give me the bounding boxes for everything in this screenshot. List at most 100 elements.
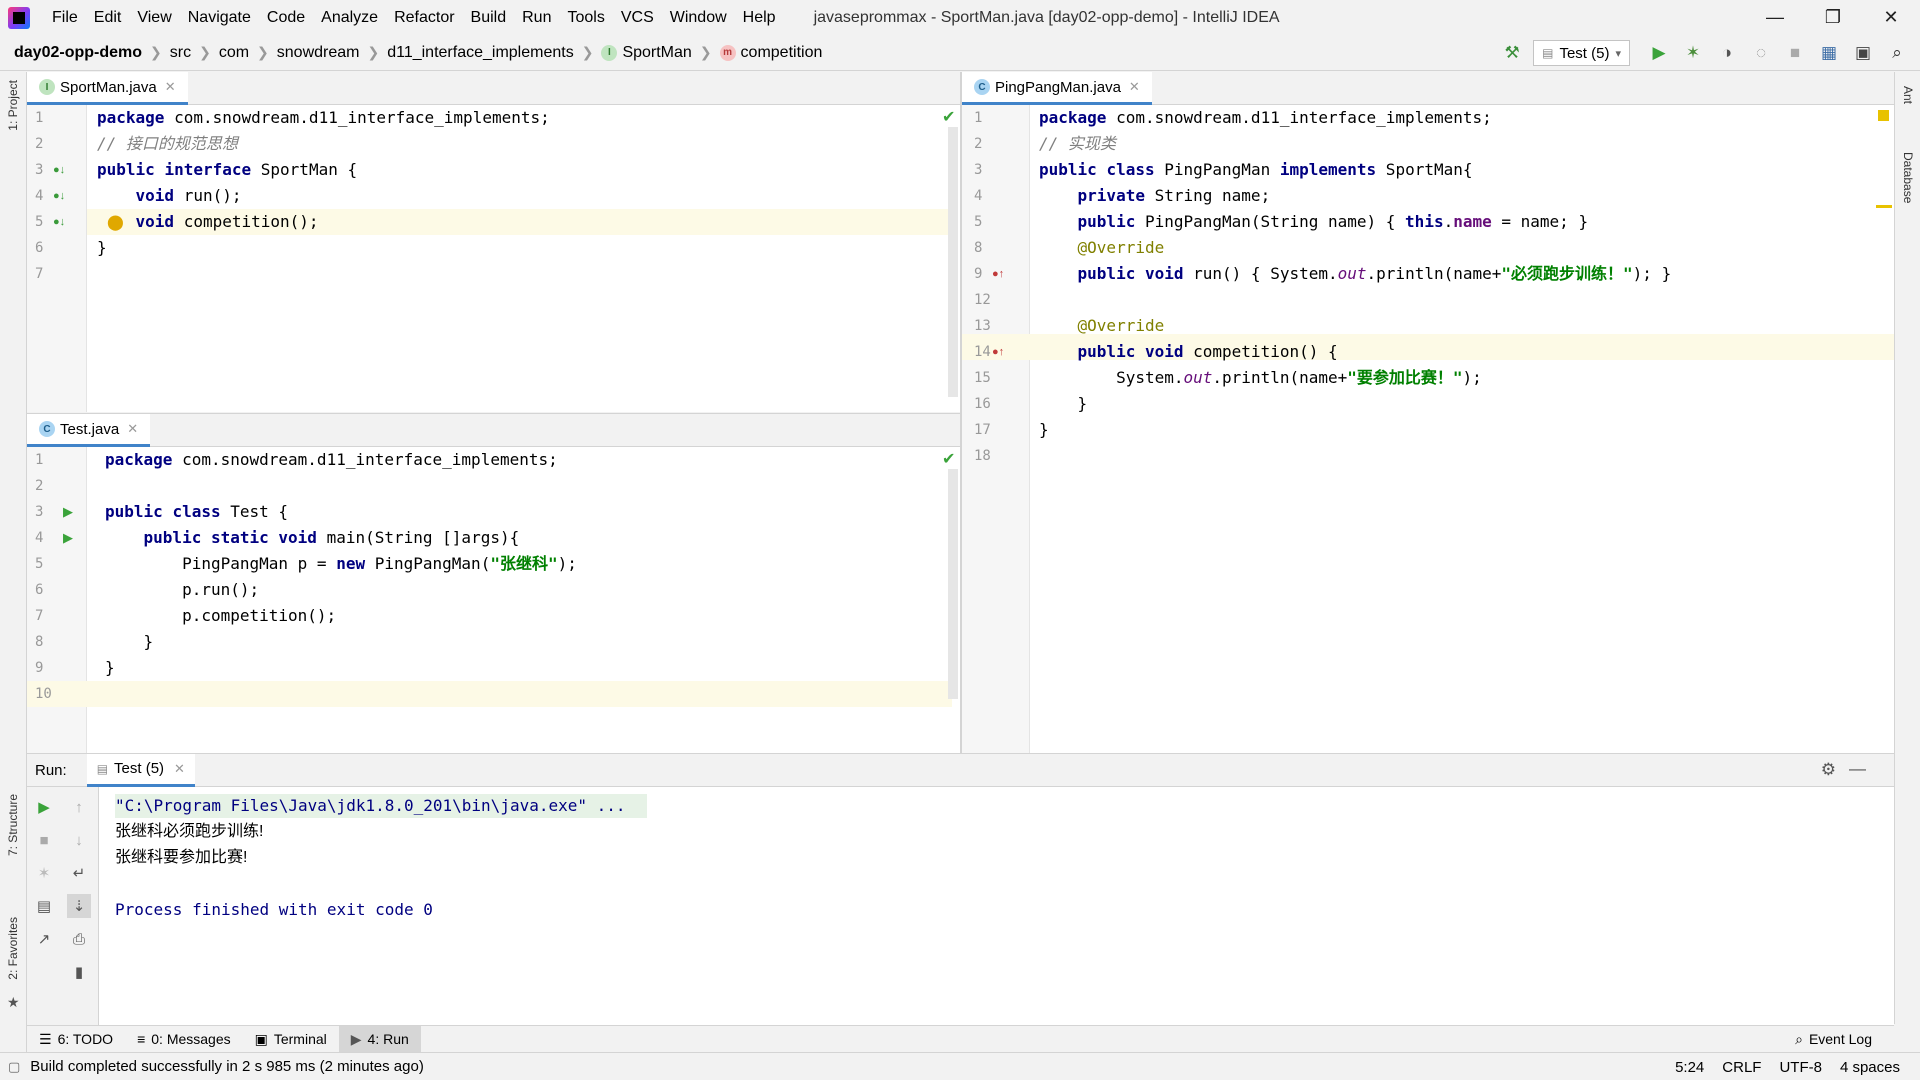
search-icon[interactable]: ⌕ xyxy=(1884,40,1910,66)
menu-edit[interactable]: Edit xyxy=(86,9,130,27)
debug-icon[interactable]: ✶ xyxy=(32,861,56,885)
breadcrumb-project[interactable]: day02-opp-demo xyxy=(14,44,142,62)
editor-pingpangman[interactable]: C PingPangMan.java ✕ 1 2 3 4 5 8 9 12 13… xyxy=(962,72,1894,753)
code-line: @Override xyxy=(1039,238,1165,257)
close-icon[interactable]: ✕ xyxy=(1862,0,1920,35)
line-separator[interactable]: CRLF xyxy=(1722,1059,1761,1076)
code-line: public class Test { xyxy=(105,502,289,521)
breadcrumb-snowdream[interactable]: snowdream xyxy=(277,44,360,62)
stop-icon[interactable]: ■ xyxy=(32,828,56,852)
warning-marker-icon[interactable] xyxy=(1878,110,1889,121)
rerun-icon[interactable]: ▶ xyxy=(32,795,56,819)
vertical-scrollbar[interactable] xyxy=(948,127,958,397)
messages-tool-tab[interactable]: ≡ 0: Messages xyxy=(125,1026,243,1053)
file-encoding[interactable]: UTF-8 xyxy=(1779,1059,1822,1076)
tab-sportman-java[interactable]: I SportMan.java ✕ xyxy=(27,72,188,105)
debug-icon[interactable]: ✶ xyxy=(1680,40,1706,66)
close-tab-icon[interactable]: ✕ xyxy=(127,421,138,437)
menu-code[interactable]: Code xyxy=(259,9,313,27)
menu-tools[interactable]: Tools xyxy=(559,9,612,27)
error-stripe-mark[interactable] xyxy=(1876,205,1892,208)
menu-navigate[interactable]: Navigate xyxy=(180,9,259,27)
tab-test-java[interactable]: C Test.java ✕ xyxy=(27,414,151,447)
close-tab-icon[interactable]: ✕ xyxy=(165,79,176,95)
close-tab-icon[interactable]: ✕ xyxy=(174,761,185,777)
menu-build[interactable]: Build xyxy=(463,9,515,27)
status-message[interactable]: Build completed successfully in 2 s 985 … xyxy=(30,1058,424,1075)
window-icon[interactable]: ▢ xyxy=(8,1059,20,1075)
database-tool-tab[interactable]: Database xyxy=(1901,152,1915,203)
run-config-select[interactable]: ▤ Test (5) ▾ xyxy=(1533,40,1630,66)
menu-file[interactable]: File xyxy=(44,9,86,27)
minimize-icon[interactable]: — xyxy=(1746,0,1804,35)
menu-help[interactable]: Help xyxy=(735,9,784,27)
current-line-highlight xyxy=(27,681,952,707)
profile-icon[interactable]: ◌ xyxy=(1748,40,1774,66)
window-controls: — ❐ ✕ xyxy=(1746,0,1920,35)
coverage-icon[interactable]: ◑ xyxy=(1714,40,1740,66)
line-number: 16 xyxy=(974,396,991,412)
gear-icon[interactable]: ⚙ xyxy=(1821,760,1836,780)
breadcrumb-package[interactable]: d11_interface_implements xyxy=(387,44,573,62)
run-label: Run: xyxy=(35,761,67,779)
soft-wrap-icon[interactable]: ↵ xyxy=(67,861,91,885)
favorites-tool-tab[interactable]: 2: Favorites xyxy=(6,917,20,980)
menu-refactor[interactable]: Refactor xyxy=(386,9,462,27)
editor-sportman[interactable]: I SportMan.java ✕ 1 2 3 4 5 6 7 ●↓ ●↓ ●↓… xyxy=(27,72,960,412)
line-number: 10 xyxy=(35,686,52,702)
down-arrow-icon[interactable]: ↓ xyxy=(67,828,91,852)
inspection-ok-icon[interactable]: ✔ xyxy=(942,107,955,127)
run-gutter-icon[interactable]: ▶ xyxy=(63,504,73,520)
left-tool-strip: 1: Project 7: Structure 2: Favorites ★ xyxy=(0,72,27,1052)
run-tab-label: Test (5) xyxy=(114,760,165,777)
todo-tool-tab[interactable]: ☰ 6: TODO xyxy=(27,1026,125,1053)
ant-tool-tab[interactable]: Ant xyxy=(1901,86,1915,104)
stop-icon[interactable]: ■ xyxy=(1782,40,1808,66)
menu-window[interactable]: Window xyxy=(662,9,735,27)
run-gutter-icon[interactable]: ▶ xyxy=(63,530,73,546)
code-line: public void competition() { xyxy=(1077,342,1338,361)
print-icon[interactable]: ⎙ xyxy=(67,927,91,951)
breadcrumb-class[interactable]: I SportMan xyxy=(601,44,692,62)
project-tool-tab[interactable]: 1: Project xyxy=(6,80,20,131)
indent-setting[interactable]: 4 spaces xyxy=(1840,1059,1900,1076)
run-tool-tab[interactable]: ▶ 4: Run xyxy=(338,1025,421,1053)
run-icon[interactable]: ▶ xyxy=(1646,40,1672,66)
run-tab[interactable]: ▤ Test (5) ✕ xyxy=(86,753,195,787)
editor-test[interactable]: C Test.java ✕ 1 2 3 4 5 6 7 8 9 10 ▶ ▶ p… xyxy=(27,413,960,753)
code-line: package com.snowdream.d11_interface_impl… xyxy=(1039,108,1492,127)
trash-icon[interactable]: ▮ xyxy=(67,960,91,984)
hide-panel-icon[interactable]: — xyxy=(1849,759,1866,779)
scroll-to-end-icon[interactable]: ⇣ xyxy=(67,894,91,918)
breadcrumb-com[interactable]: com xyxy=(219,44,249,62)
vertical-scrollbar[interactable] xyxy=(948,469,958,699)
build-hammer-icon[interactable]: ⚒ xyxy=(1499,40,1525,66)
layout-icon[interactable]: ▤ xyxy=(32,894,56,918)
close-tab-icon[interactable]: ✕ xyxy=(1129,79,1140,95)
menu-analyze[interactable]: Analyze xyxy=(313,9,386,27)
terminal-window-icon[interactable]: ▣ xyxy=(1850,40,1876,66)
restore-icon[interactable]: ❐ xyxy=(1804,0,1862,35)
caret-position[interactable]: 5:24 xyxy=(1675,1059,1704,1076)
breadcrumb-src[interactable]: src xyxy=(170,44,191,62)
up-arrow-icon[interactable]: ↑ xyxy=(67,795,91,819)
project-structure-icon[interactable]: ▦ xyxy=(1816,40,1842,66)
menu-run[interactable]: Run xyxy=(514,9,559,27)
breadcrumb-member[interactable]: m competition xyxy=(719,44,822,62)
line-number: 6 xyxy=(35,240,44,256)
terminal-tool-tab[interactable]: ▣ Terminal xyxy=(243,1026,339,1053)
menu-view[interactable]: View xyxy=(129,9,179,27)
event-log-tool-tab[interactable]: ⌕ Event Log xyxy=(1783,1026,1884,1053)
pin-icon[interactable]: ↗ xyxy=(32,927,56,951)
tab-pingpangman-java[interactable]: C PingPangMan.java ✕ xyxy=(962,72,1152,105)
implemented-gutter-icon[interactable]: ●↓ xyxy=(53,190,65,202)
override-gutter-icon[interactable]: ●↑ xyxy=(992,346,1004,358)
structure-tool-tab[interactable]: 7: Structure xyxy=(6,794,20,856)
override-gutter-icon[interactable]: ●↑ xyxy=(992,268,1004,280)
inspection-ok-icon[interactable]: ✔ xyxy=(942,449,955,469)
implemented-gutter-icon[interactable]: ●↓ xyxy=(53,164,65,176)
implemented-gutter-icon[interactable]: ●↓ xyxy=(53,216,65,228)
line-number: 7 xyxy=(35,608,44,624)
tab-label: SportMan.java xyxy=(60,78,157,96)
menu-vcs[interactable]: VCS xyxy=(613,9,662,27)
